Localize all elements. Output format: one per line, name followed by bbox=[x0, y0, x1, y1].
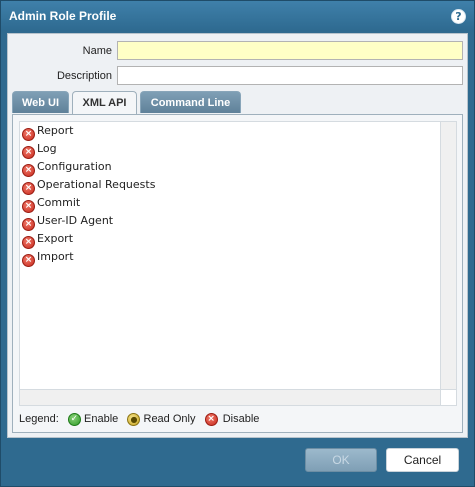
disable-icon: × bbox=[204, 412, 218, 426]
dialog-titlebar: Admin Role Profile ? bbox=[1, 1, 474, 31]
permission-report[interactable]: × Report bbox=[22, 122, 74, 141]
tab-web-ui[interactable]: Web UI bbox=[12, 91, 69, 113]
legend-label: Legend: bbox=[19, 413, 59, 426]
description-input[interactable] bbox=[117, 66, 463, 85]
permission-label: Export bbox=[37, 232, 74, 245]
tab-command-line[interactable]: Command Line bbox=[140, 91, 241, 113]
read-only-icon: ● bbox=[127, 412, 141, 426]
name-label: Name bbox=[82, 45, 112, 57]
permission-label: Report bbox=[37, 124, 74, 137]
permission-label: Commit bbox=[37, 196, 81, 209]
permission-commit[interactable]: × Commit bbox=[22, 194, 81, 213]
help-icon[interactable]: ? bbox=[451, 9, 466, 24]
dialog-content: Name Description Web UI XML API Command … bbox=[7, 33, 468, 438]
permission-log[interactable]: × Log bbox=[22, 140, 57, 159]
scrollbar-corner bbox=[440, 389, 457, 406]
tab-xml-api[interactable]: XML API bbox=[72, 91, 137, 115]
name-input[interactable] bbox=[117, 41, 463, 60]
dialog-title: Admin Role Profile bbox=[9, 9, 117, 23]
cancel-button[interactable]: Cancel bbox=[386, 448, 459, 472]
permission-user-id-agent[interactable]: × User-ID Agent bbox=[22, 212, 114, 231]
permission-label: Log bbox=[37, 142, 57, 155]
horizontal-scrollbar[interactable] bbox=[19, 389, 442, 406]
legend-read-only: Read Only bbox=[143, 413, 196, 426]
ok-button[interactable]: OK bbox=[305, 448, 377, 472]
permission-label: Configuration bbox=[37, 160, 112, 173]
vertical-scrollbar[interactable] bbox=[440, 121, 457, 391]
permission-operational-requests[interactable]: × Operational Requests bbox=[22, 176, 156, 195]
legend-disable: Disable bbox=[222, 413, 260, 426]
permission-export[interactable]: × Export bbox=[22, 230, 74, 249]
legend: Legend: ✓ Enable ● Read Only × Disable bbox=[19, 411, 259, 427]
enable-icon: ✓ bbox=[67, 412, 81, 426]
permission-tree: × Report × Log × Configuration × Operational… bbox=[19, 121, 440, 391]
permission-label: User-ID Agent bbox=[37, 214, 114, 227]
permission-label: Operational Requests bbox=[37, 178, 156, 191]
legend-enable: Enable bbox=[84, 413, 119, 426]
admin-role-profile-dialog: Admin Role Profile ? Name Description We… bbox=[0, 0, 475, 487]
permission-label: Import bbox=[37, 250, 74, 263]
disable-icon[interactable]: × bbox=[22, 254, 35, 267]
description-label: Description bbox=[56, 70, 112, 82]
permission-import[interactable]: × Import bbox=[22, 248, 74, 267]
permission-configuration[interactable]: × Configuration bbox=[22, 158, 112, 177]
xml-api-panel: × Report × Log × Configuration × Operational… bbox=[12, 114, 463, 433]
